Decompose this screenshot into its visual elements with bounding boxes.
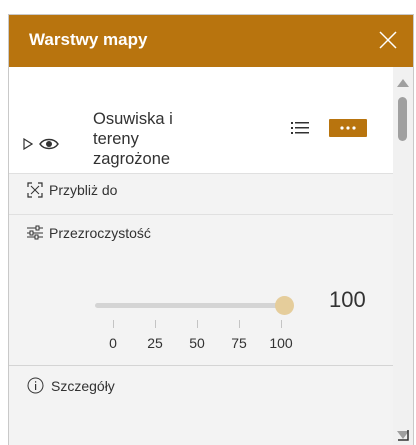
layer-title-line: zagrożone bbox=[93, 150, 171, 168]
layer-title-line: tereny bbox=[93, 130, 139, 148]
layer-title[interactable]: Osuwiska i tereny zagrożone bbox=[93, 109, 243, 169]
layer-options-button[interactable] bbox=[329, 119, 367, 137]
scrollbar-thumb[interactable] bbox=[398, 97, 407, 141]
slider-tick-label: 50 bbox=[189, 335, 205, 351]
vertical-scrollbar[interactable] bbox=[393, 67, 413, 445]
slider-tick-label: 0 bbox=[109, 335, 117, 351]
close-icon[interactable] bbox=[377, 29, 399, 51]
resize-handle-icon[interactable] bbox=[396, 428, 410, 442]
slider-tick-label: 25 bbox=[147, 335, 163, 351]
layer-title-line: Osuwiska i bbox=[93, 110, 173, 128]
slider-tick bbox=[155, 320, 156, 328]
layer-list-content: Osuwiska i tereny zagrożone Przybliż do … bbox=[9, 67, 393, 445]
panel-header: Warstwy mapy bbox=[9, 15, 413, 67]
layer-item: Osuwiska i tereny zagrożone bbox=[9, 67, 393, 173]
layer-actions: Przybliż do Przezroczystość 100 0 25 50 75 1… bbox=[9, 173, 393, 445]
zoom-to-label: Przybliż do bbox=[49, 182, 118, 198]
transparency-slider-thumb[interactable] bbox=[275, 296, 294, 315]
scroll-up-icon[interactable] bbox=[397, 79, 409, 87]
ellipsis-icon bbox=[340, 126, 356, 130]
eye-icon[interactable] bbox=[39, 137, 59, 151]
sliders-icon bbox=[27, 225, 43, 240]
slider-tick bbox=[239, 320, 240, 328]
slider-tick bbox=[197, 320, 198, 328]
slider-tick bbox=[281, 320, 282, 328]
details-action[interactable]: Szczegóły bbox=[9, 366, 393, 408]
zoom-to-action[interactable]: Przybliż do bbox=[9, 174, 393, 215]
panel-title: Warstwy mapy bbox=[29, 30, 148, 49]
caret-right-icon[interactable] bbox=[23, 138, 33, 150]
transparency-section: Przezroczystość 100 0 25 50 75 100 bbox=[9, 215, 393, 366]
slider-tick-label: 75 bbox=[231, 335, 247, 351]
zoom-extent-icon bbox=[27, 182, 43, 198]
layer-list-panel: Warstwy mapy Osuwiska i tereny zagrożone bbox=[8, 14, 414, 445]
info-icon bbox=[27, 377, 44, 394]
slider-tick-label: 100 bbox=[269, 335, 293, 351]
transparency-slider-track[interactable] bbox=[95, 303, 285, 308]
transparency-label: Przezroczystość bbox=[49, 225, 151, 241]
transparency-value: 100 bbox=[329, 287, 366, 312]
legend-list-icon[interactable] bbox=[291, 121, 309, 135]
details-label: Szczegóły bbox=[51, 378, 115, 394]
slider-tick bbox=[113, 320, 114, 328]
